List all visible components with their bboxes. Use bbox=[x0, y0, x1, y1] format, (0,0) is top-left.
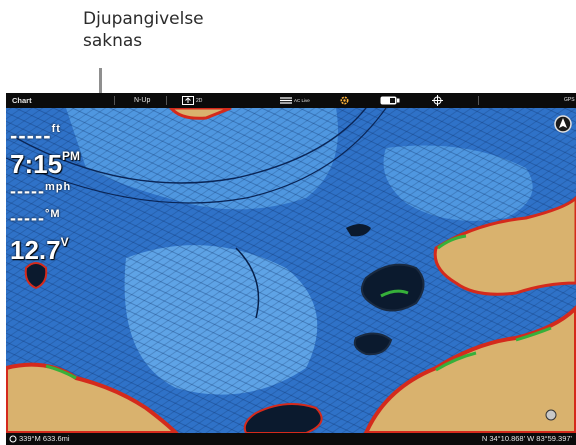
zoom-indicator[interactable]: 2D bbox=[182, 93, 202, 108]
battery-icon bbox=[380, 96, 400, 105]
orientation-mode[interactable]: N-Up bbox=[134, 93, 150, 108]
divider bbox=[114, 96, 115, 105]
speed-readout: -----mph bbox=[10, 181, 71, 202]
callout-label: Djupangivelse saknas bbox=[83, 8, 204, 52]
gps-status: GPS bbox=[564, 97, 575, 103]
settings-icon[interactable] bbox=[339, 95, 350, 106]
status-bar: Chart N-Up 2D AC Live GPS bbox=[6, 93, 576, 108]
chart-map[interactable] bbox=[6, 108, 576, 433]
voltage-value: 12.7 bbox=[10, 235, 61, 265]
depth-readout: -----ft bbox=[10, 123, 61, 149]
speed-unit: mph bbox=[44, 181, 72, 193]
depth-unit: ft bbox=[51, 123, 61, 135]
temperature-unit: °M bbox=[44, 208, 61, 220]
zoom-box-icon bbox=[182, 95, 194, 105]
voltage-readout: 12.7V bbox=[10, 235, 69, 266]
divider bbox=[478, 96, 479, 105]
depth-value: ----- bbox=[10, 123, 52, 148]
waypoint-icon[interactable] bbox=[545, 409, 557, 421]
zoom-badge: 2D bbox=[195, 98, 203, 104]
temperature-readout: -----°M bbox=[10, 208, 61, 229]
time-suffix: PM bbox=[62, 149, 81, 163]
time-readout: 7:15PM bbox=[10, 149, 80, 180]
callout-line-1: Djupangivelse bbox=[83, 9, 204, 29]
speed-value: ----- bbox=[10, 181, 45, 201]
autochart-label: AC Live bbox=[293, 98, 310, 103]
heading-distance: 339°M 633.6mi bbox=[19, 434, 70, 443]
time-value: 7:15 bbox=[10, 149, 63, 179]
divider bbox=[166, 96, 167, 105]
callout-line-2: saknas bbox=[83, 31, 143, 51]
position-bar: 339°M 633.6mi N 34°10.868' W 83°59.397' bbox=[6, 433, 576, 445]
view-title[interactable]: Chart bbox=[12, 93, 32, 108]
crosshair-icon[interactable] bbox=[432, 95, 443, 106]
temperature-value: ----- bbox=[10, 208, 45, 228]
voltage-unit: V bbox=[60, 235, 69, 249]
gps-position: N 34°10.868' W 83°59.397' bbox=[481, 434, 572, 443]
north-compass-icon[interactable] bbox=[554, 115, 572, 133]
heading-icon bbox=[9, 435, 17, 443]
chart-screen: Chart N-Up 2D AC Live GPS -----ft 7:15PM… bbox=[6, 93, 576, 445]
autochart-icon bbox=[280, 97, 292, 104]
autochart-live-button[interactable]: AC Live bbox=[280, 93, 310, 108]
